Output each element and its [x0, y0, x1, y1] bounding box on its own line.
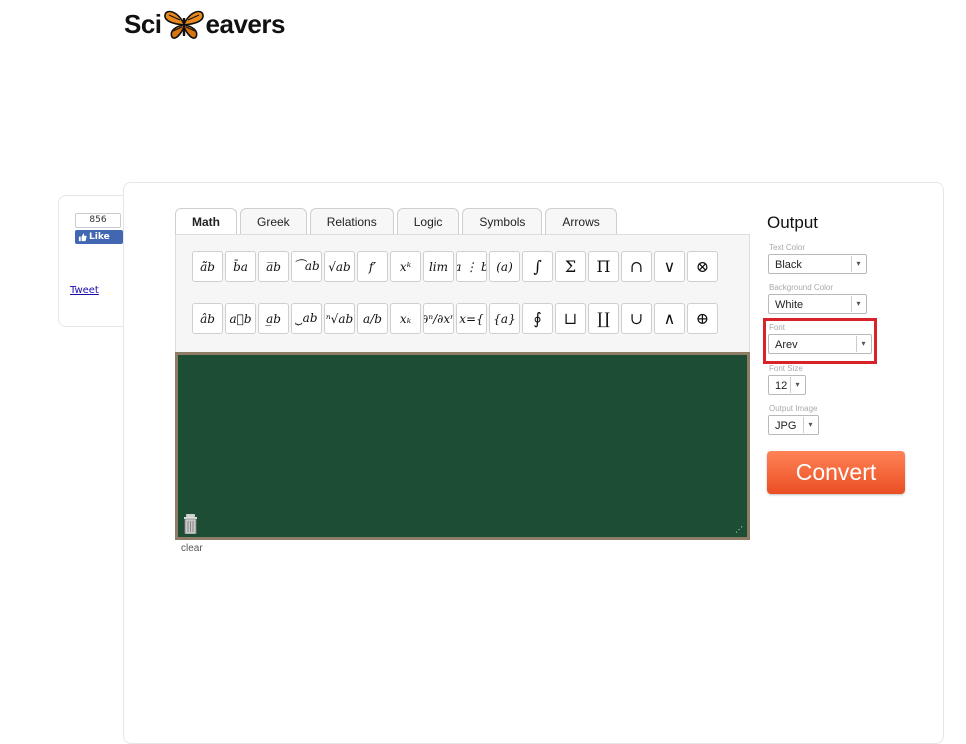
symbol-button[interactable]: ∐	[588, 303, 619, 334]
symbol-button[interactable]: xᵏ	[390, 251, 421, 282]
convert-button[interactable]: Convert	[767, 451, 905, 494]
font-size-select[interactable]: 12 ▾	[768, 375, 806, 395]
symbol-button[interactable]: a/b	[357, 303, 388, 334]
symbol-button[interactable]: (a)	[489, 251, 520, 282]
symbol-button[interactable]: ⁿ√ab	[324, 303, 355, 334]
butterfly-icon	[163, 10, 204, 39]
output-image-label: Output Image	[769, 404, 818, 413]
text-color-label: Text Color	[769, 243, 806, 252]
chevron-down-icon: ▾	[851, 256, 865, 272]
symbol-button[interactable]: [a ⋮ b]	[456, 251, 487, 282]
symbol-button[interactable]: ⊕	[687, 303, 718, 334]
symbol-button[interactable]: Σ	[555, 251, 586, 282]
symbol-button[interactable]: √ab	[324, 251, 355, 282]
symbol-button[interactable]: Π	[588, 251, 619, 282]
symbol-button[interactable]: x={	[456, 303, 487, 334]
font-size-value: 12	[775, 380, 788, 392]
output-title: Output	[767, 213, 819, 232]
font-size-label: Font Size	[769, 364, 803, 373]
symbol-button[interactable]: ∨	[654, 251, 685, 282]
tab-greek[interactable]: Greek	[240, 208, 307, 235]
symbol-button[interactable]: a̅b	[258, 251, 289, 282]
symbol-button[interactable]: a⃗b	[225, 303, 256, 334]
symbol-button[interactable]: ∩	[621, 251, 652, 282]
tab-logic[interactable]: Logic	[396, 208, 460, 235]
symbol-tabs: Math Greek Relations Logic Symbols Arrow…	[175, 208, 620, 236]
chevron-down-icon: ▾	[851, 296, 865, 312]
symbol-button[interactable]: ã̃b	[192, 251, 223, 282]
symbol-row-1: ã̃b b̄a a̅b ⏜ab √ab f′ xᵏ lim [a ⋮ b] (a…	[192, 251, 718, 282]
math-symbol-toolbar: ã̃b b̄a a̅b ⏜ab √ab f′ xᵏ lim [a ⋮ b] (a…	[175, 234, 750, 353]
facebook-like-button[interactable]: Like	[75, 230, 123, 244]
symbol-button[interactable]: ∮	[522, 303, 553, 334]
chevron-down-icon: ▾	[790, 377, 804, 393]
thumbs-up-icon	[78, 232, 87, 241]
chevron-down-icon: ▾	[803, 417, 817, 433]
symbol-button[interactable]: {a}	[489, 303, 520, 334]
like-count: 856	[75, 213, 121, 228]
text-color-value: Black	[775, 259, 802, 271]
background-color-value: White	[775, 299, 804, 311]
tab-symbols[interactable]: Symbols	[462, 208, 543, 235]
symbol-button[interactable]: ∪	[621, 303, 652, 334]
highlight-box	[763, 318, 877, 364]
resize-handle-icon[interactable]: ⋰	[735, 525, 743, 534]
tweet-link[interactable]: Tweet	[70, 285, 99, 296]
site-logo[interactable]: Sci eavers	[124, 4, 285, 44]
symbol-button[interactable]: xₖ	[390, 303, 421, 334]
latex-input-area[interactable]	[175, 352, 750, 540]
symbol-button[interactable]: ∫	[522, 251, 553, 282]
facebook-like-widget[interactable]: 856 Like	[75, 213, 125, 244]
tab-relations[interactable]: Relations	[309, 208, 394, 235]
output-image-select[interactable]: JPG ▾	[768, 415, 819, 435]
logo-text-sci: Sci	[124, 8, 162, 39]
like-label: Like	[89, 232, 110, 242]
symbol-button[interactable]: ⏟ab	[291, 303, 322, 334]
tab-math[interactable]: Math	[175, 208, 237, 236]
trash-icon[interactable]	[183, 514, 198, 534]
symbol-button[interactable]: âb	[192, 303, 223, 334]
tab-arrows[interactable]: Arrows	[545, 208, 617, 235]
logo-text-eavers: eavers	[205, 8, 286, 39]
symbol-button[interactable]: ⏜ab	[291, 251, 322, 282]
clear-link[interactable]: clear	[181, 543, 203, 554]
social-panel: 856 Like Tweet	[58, 195, 129, 327]
symbol-button[interactable]: a̲b	[258, 303, 289, 334]
background-color-label: Background Color	[769, 283, 834, 292]
background-color-select[interactable]: White ▾	[768, 294, 867, 314]
symbol-button[interactable]: ∧	[654, 303, 685, 334]
symbol-button[interactable]: lim	[423, 251, 454, 282]
symbol-button[interactable]: b̄a	[225, 251, 256, 282]
output-image-value: JPG	[775, 420, 797, 432]
symbol-button[interactable]: ⊗	[687, 251, 718, 282]
symbol-button[interactable]: f′	[357, 251, 388, 282]
symbol-button[interactable]: ⊔	[555, 303, 586, 334]
symbol-row-2: âb a⃗b a̲b ⏟ab ⁿ√ab a/b xₖ ∂ⁿ/∂xⁿ x={ {a…	[192, 303, 718, 334]
symbol-button[interactable]: ∂ⁿ/∂xⁿ	[423, 303, 454, 334]
text-color-select[interactable]: Black ▾	[768, 254, 867, 274]
